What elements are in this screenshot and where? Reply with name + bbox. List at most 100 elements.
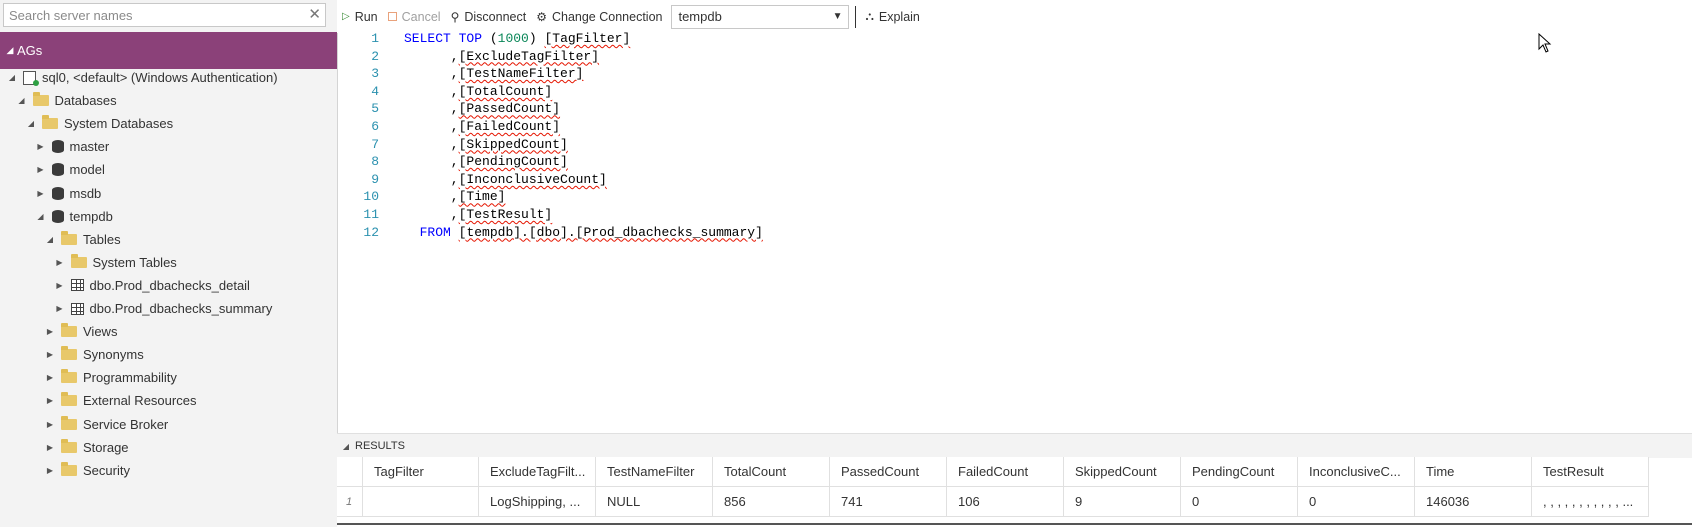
collapsed-triangle-icon[interactable]: ▶ xyxy=(34,165,48,174)
tree-item[interactable]: ◢ System Databases xyxy=(0,111,337,136)
column-header[interactable]: SkippedCount xyxy=(1064,457,1181,487)
tree-item[interactable]: ▶ model xyxy=(0,157,337,182)
tree-item[interactable]: ▶ Service Broker xyxy=(0,412,337,437)
collapsed-triangle-icon[interactable]: ▶ xyxy=(43,327,57,336)
change-connection-button[interactable]: ⚙ Change Connection xyxy=(531,10,667,24)
code-line: 8 ,[PendingCount] xyxy=(337,152,568,171)
column-header[interactable]: FailedCount xyxy=(947,457,1064,487)
table-row[interactable]: 1 LogShipping, ... NULL 856 741 106 9 0 0 146036,… xyxy=(337,487,1649,517)
code-line: 4 ,[TotalCount] xyxy=(337,82,552,101)
collapsed-triangle-icon[interactable]: ▶ xyxy=(43,443,57,452)
collapsed-triangle-icon[interactable]: ▶ xyxy=(43,466,57,475)
expanded-triangle-icon[interactable]: ◢ xyxy=(43,235,57,244)
column-header[interactable]: PendingCount xyxy=(1181,457,1298,487)
sql-editor[interactable]: 1 SELECT TOP (1000) [TagFilter] 2 ,[Exclud… xyxy=(337,31,1692,433)
tree-item-label: System Databases xyxy=(64,116,174,132)
tree-item[interactable]: ▶ Storage xyxy=(0,435,337,460)
database-icon xyxy=(51,163,64,177)
expanded-triangle-icon[interactable]: ◢ xyxy=(24,119,38,128)
collapsed-triangle-icon[interactable]: ▶ xyxy=(53,258,67,267)
folder-icon xyxy=(61,346,77,361)
tree-item[interactable]: ▶ msdb xyxy=(0,181,337,206)
column-header[interactable]: TestNameFilter xyxy=(596,457,713,487)
table-cell[interactable]: , , , , , , , , , , , ... xyxy=(1532,487,1649,517)
code-line: 1 SELECT TOP (1000) [TagFilter] xyxy=(337,29,630,48)
tree-item[interactable]: ▶ Programmability xyxy=(0,365,337,390)
explain-button[interactable]: ⛬ Explain xyxy=(860,9,924,24)
tree-item-label: Storage xyxy=(83,439,129,455)
server-group-header[interactable]: ◢ AGs xyxy=(0,32,337,69)
collapsed-triangle-icon[interactable]: ▶ xyxy=(53,304,67,313)
tree-item[interactable]: ◢ Tables xyxy=(0,227,337,252)
tree-item[interactable]: ▶ Synonyms xyxy=(0,342,337,367)
table-cell[interactable]: 9 xyxy=(1064,487,1181,517)
clear-search-icon[interactable]: ✕ xyxy=(308,6,321,24)
run-button[interactable]: ▷ Run xyxy=(337,10,383,24)
collapse-triangle-icon[interactable]: ◢ xyxy=(3,45,17,56)
code-text: ,[TestNameFilter] xyxy=(404,66,584,82)
line-number: 10 xyxy=(363,189,379,205)
collapsed-triangle-icon[interactable]: ▶ xyxy=(43,420,57,429)
table-cell[interactable]: 146036 xyxy=(1415,487,1532,517)
selected-database: tempdb xyxy=(678,9,722,24)
results-panel: ◢ RESULTS TagFilter ExcludeTagFilt... Test… xyxy=(337,433,1692,527)
tree-item-label: System Tables xyxy=(92,254,177,270)
column-header[interactable]: TestResult xyxy=(1532,457,1649,487)
code-text: ,[ExcludeTagFilter] xyxy=(404,48,600,64)
expanded-triangle-icon[interactable]: ◢ xyxy=(15,96,29,105)
code-text: ,[TestResult] xyxy=(404,207,553,222)
tree-item[interactable]: ▶ Views xyxy=(0,319,337,344)
collapsed-triangle-icon[interactable]: ▶ xyxy=(53,281,67,290)
column-header[interactable]: ExcludeTagFilt... xyxy=(479,457,596,487)
results-header[interactable]: ◢ RESULTS xyxy=(337,433,1692,458)
database-dropdown[interactable]: tempdb ▼ xyxy=(671,4,850,29)
tree-item-label: sql0, <default> (Windows Authentication) xyxy=(42,70,278,85)
tree-item[interactable]: ▶ External Resources xyxy=(0,388,337,413)
collapsed-triangle-icon[interactable]: ▶ xyxy=(43,373,57,382)
table-cell[interactable]: 106 xyxy=(947,487,1064,517)
table-cell[interactable]: 0 xyxy=(1298,487,1415,517)
cancel-button[interactable]: Cancel xyxy=(383,10,446,24)
column-header[interactable]: PassedCount xyxy=(830,457,947,487)
tree-item[interactable]: ◢ sql0, <default> (Windows Authentication… xyxy=(0,65,337,90)
column-header[interactable]: Time xyxy=(1415,457,1532,487)
tree-item[interactable]: ▶ System Tables xyxy=(0,250,337,275)
explain-label: Explain xyxy=(878,9,920,24)
collapsed-triangle-icon[interactable]: ▶ xyxy=(43,350,57,359)
collapsed-triangle-icon[interactable]: ▶ xyxy=(43,396,57,405)
collapsed-triangle-icon[interactable]: ▶ xyxy=(34,142,48,151)
server-search-input[interactable] xyxy=(4,4,304,26)
tree-item[interactable]: ▶ Security xyxy=(0,458,337,483)
table-cell[interactable] xyxy=(363,487,479,517)
tree-item[interactable]: ▶ dbo.Prod_dbachecks_detail xyxy=(0,273,337,298)
table-cell[interactable]: NULL xyxy=(596,487,713,517)
disconnect-button[interactable]: ⚲ Disconnect xyxy=(446,10,532,24)
tree-item-label: dbo.Prod_dbachecks_detail xyxy=(89,277,250,293)
table-icon xyxy=(70,279,84,292)
table-cell[interactable]: LogShipping, ... xyxy=(479,487,596,517)
tree-item[interactable]: ▶ dbo.Prod_dbachecks_summary xyxy=(0,296,337,321)
column-header[interactable]: TotalCount xyxy=(713,457,830,487)
server-group-label: AGs xyxy=(17,43,43,58)
explain-icon: ⛬ xyxy=(865,9,874,23)
collapse-triangle-icon[interactable]: ◢ xyxy=(337,442,355,451)
table-cell[interactable]: 0 xyxy=(1181,487,1298,517)
folder-icon xyxy=(61,415,77,430)
chevron-down-icon: ▼ xyxy=(832,11,843,22)
code-line: 6 ,[FailedCount] xyxy=(337,117,560,136)
column-header[interactable]: TagFilter xyxy=(363,457,479,487)
expanded-triangle-icon[interactable]: ◢ xyxy=(5,73,19,82)
collapsed-triangle-icon[interactable]: ▶ xyxy=(34,189,48,198)
tree-item[interactable]: ◢ Databases xyxy=(0,88,337,113)
disconnect-plug-icon: ⚲ xyxy=(450,9,460,24)
table-cell[interactable]: 856 xyxy=(713,487,830,517)
tree-item[interactable]: ▶ master xyxy=(0,134,337,159)
tree-item[interactable]: ◢ tempdb xyxy=(0,204,337,229)
code-text: FROM [tempdb].[dbo].[Prod_dbachecks_summ… xyxy=(419,224,763,240)
table-cell[interactable]: 741 xyxy=(830,487,947,517)
expanded-triangle-icon[interactable]: ◢ xyxy=(34,212,48,221)
code-line: 11 ,[TestResult] xyxy=(337,205,552,224)
tree-item-label: Databases xyxy=(54,93,117,109)
database-icon xyxy=(51,186,64,200)
column-header[interactable]: InconclusiveC... xyxy=(1298,457,1415,487)
